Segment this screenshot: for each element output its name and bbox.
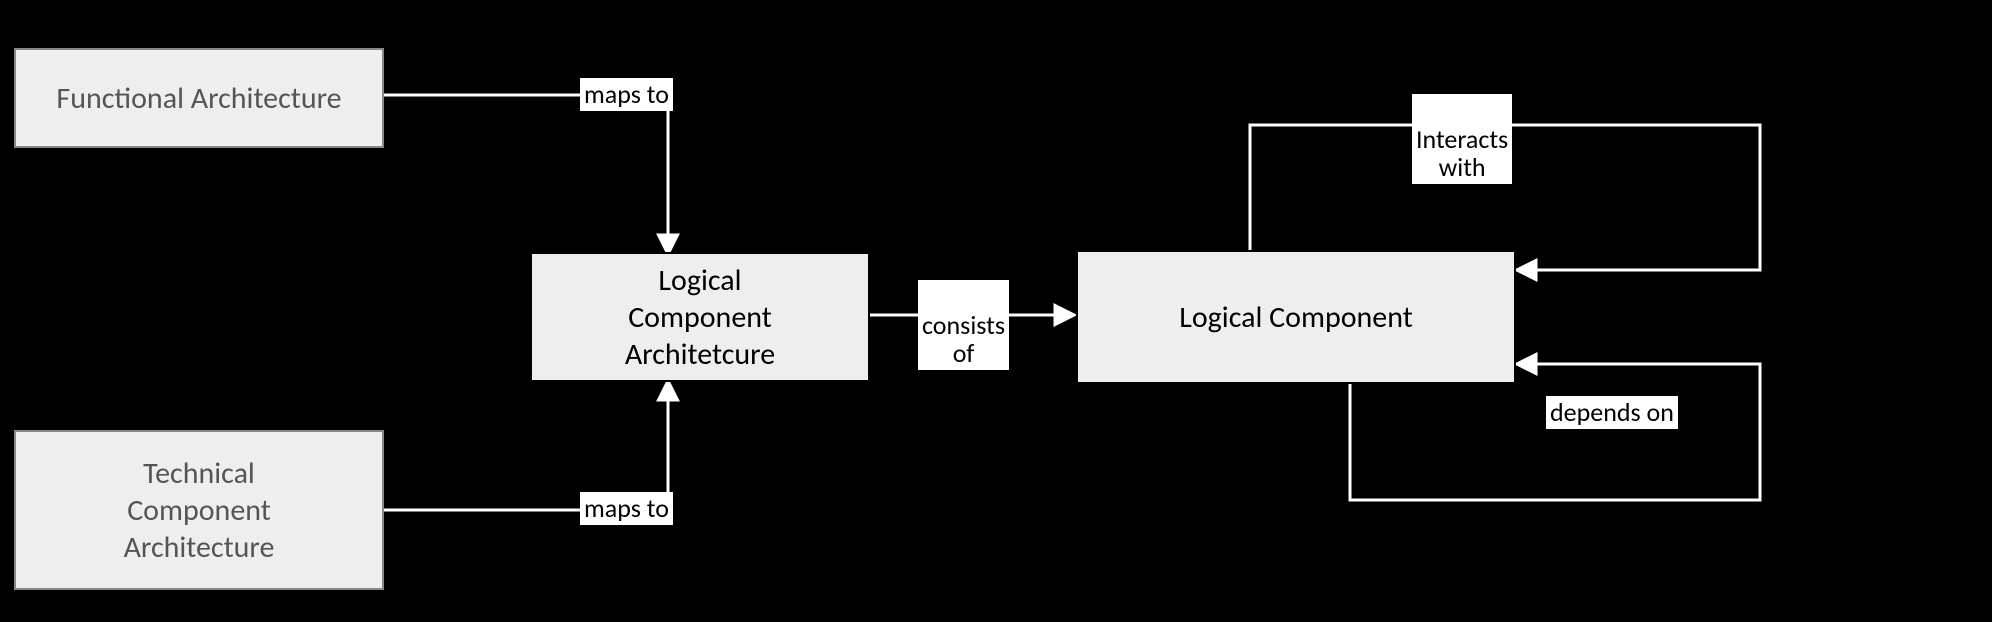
box-logical-component-architecture: Logical Component Architetcure [530,252,870,382]
box-label: Logical Component [1179,299,1413,336]
label-interacts-with: Interacts with [1412,94,1512,184]
box-functional-architecture: Functional Architecture [14,48,384,148]
box-technical-component-architecture: Technical Component Architecture [14,430,384,590]
box-label: Technical Component Architecture [124,455,275,566]
box-logical-component: Logical Component [1076,250,1516,384]
label-maps-to-top: maps to [580,78,673,111]
box-label: Functional Architecture [56,80,341,117]
box-label: Logical Component Architetcure [625,262,775,373]
label-maps-to-bottom: maps to [580,492,673,525]
label-consists-of: consists of [918,280,1009,370]
label-depends-on: depends on [1546,396,1678,429]
